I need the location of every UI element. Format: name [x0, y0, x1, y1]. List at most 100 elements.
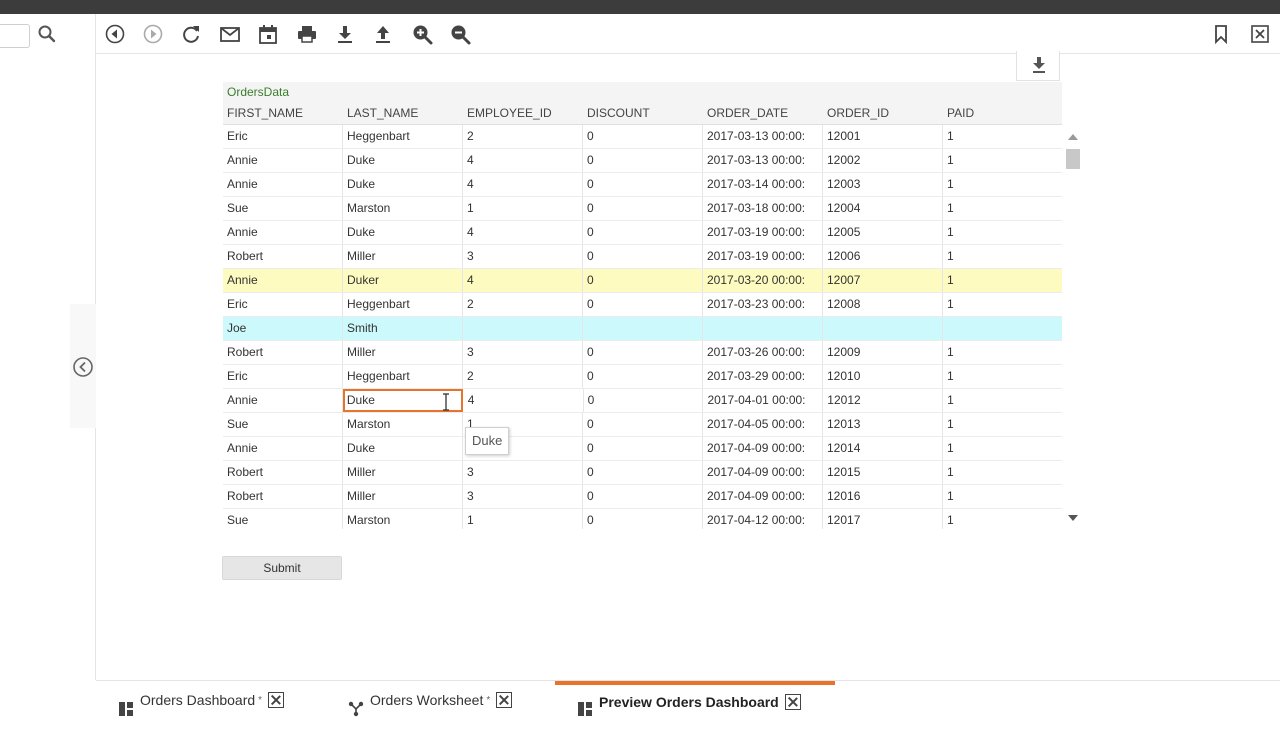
table-cell[interactable]: Annie: [223, 149, 343, 172]
table-cell[interactable]: Eric: [223, 125, 343, 148]
table-cell[interactable]: Duke: [343, 149, 463, 172]
table-cell[interactable]: 2017-03-29 00:00:: [703, 365, 823, 388]
column-header[interactable]: LAST_NAME: [343, 103, 463, 124]
table-cell[interactable]: 2017-03-19 00:00:: [703, 221, 823, 244]
table-cell[interactable]: 2: [463, 125, 583, 148]
table-cell[interactable]: Robert: [223, 341, 343, 364]
calendar-icon[interactable]: [257, 23, 279, 45]
table-cell[interactable]: Sue: [223, 413, 343, 436]
table-cell[interactable]: 1: [943, 485, 1062, 508]
table-cell[interactable]: [943, 317, 1062, 340]
table-cell[interactable]: Annie: [223, 173, 343, 196]
table-cell[interactable]: 1: [943, 389, 1062, 412]
table-cell[interactable]: 0: [583, 149, 703, 172]
table-cell[interactable]: 2017-04-05 00:00:: [703, 413, 823, 436]
table-cell[interactable]: 3: [463, 341, 583, 364]
table-cell[interactable]: 12001: [823, 125, 943, 148]
refresh-icon[interactable]: [180, 23, 202, 45]
table-cell[interactable]: [463, 317, 583, 340]
table-cell[interactable]: 2: [463, 365, 583, 388]
table-cell[interactable]: Duke: [343, 173, 463, 196]
table-cell[interactable]: Robert: [223, 485, 343, 508]
close-tab-icon[interactable]: [784, 694, 801, 711]
tab-orders-worksheet[interactable]: Orders Worksheet *: [348, 681, 513, 721]
table-cell[interactable]: 2017-03-13 00:00:: [703, 149, 823, 172]
table-row[interactable]: Joe Smith: [223, 317, 1062, 341]
table-cell[interactable]: 1: [463, 509, 583, 529]
table-cell[interactable]: 0: [584, 389, 704, 412]
table-cell[interactable]: 4: [463, 269, 583, 292]
table-cell[interactable]: Marston: [343, 509, 463, 529]
table-cell[interactable]: 0: [583, 341, 703, 364]
tab-orders-dashboard[interactable]: Orders Dashboard *: [118, 681, 285, 721]
table-cell[interactable]: 1: [943, 437, 1062, 460]
back-icon[interactable]: [104, 23, 126, 45]
column-header[interactable]: ORDER_ID: [823, 103, 943, 124]
table-row[interactable]: Robert Miller 3 0 2017-03-26 00:00: 12009 1: [223, 341, 1062, 365]
table-cell[interactable]: Eric: [223, 365, 343, 388]
table-cell[interactable]: 0: [583, 509, 703, 529]
table-cell[interactable]: Joe: [223, 317, 343, 340]
table-cell[interactable]: 3: [463, 245, 583, 268]
close-tab-icon[interactable]: [268, 692, 285, 709]
table-row[interactable]: Eric Heggenbart 2 0 2017-03-13 00:00: 12001 1: [223, 125, 1062, 149]
table-cell[interactable]: 1: [943, 413, 1062, 436]
table-cell[interactable]: 12003: [823, 173, 943, 196]
table-row[interactable]: Annie Duke 4 0 2017-03-14 00:00: 12003 1: [223, 173, 1062, 197]
table-cell[interactable]: 1: [943, 125, 1062, 148]
table-cell[interactable]: Heggenbart: [343, 125, 463, 148]
table-cell[interactable]: Annie: [223, 437, 343, 460]
table-cell[interactable]: [583, 317, 703, 340]
table-cell[interactable]: Miller: [343, 461, 463, 484]
column-header[interactable]: FIRST_NAME: [223, 103, 343, 124]
table-cell[interactable]: Duke: [343, 437, 463, 460]
table-cell[interactable]: 0: [583, 197, 703, 220]
table-cell[interactable]: Robert: [223, 461, 343, 484]
table-cell[interactable]: Smith: [343, 317, 463, 340]
close-tab-icon[interactable]: [496, 692, 513, 709]
table-cell[interactable]: 0: [583, 125, 703, 148]
table-row[interactable]: Annie Duker 4 0 2017-03-20 00:00: 12007 1: [223, 269, 1062, 293]
table-cell[interactable]: Eric: [223, 293, 343, 316]
table-cell[interactable]: 12015: [823, 461, 943, 484]
table-cell[interactable]: Annie: [223, 221, 343, 244]
table-cell[interactable]: 3: [463, 461, 583, 484]
table-cell[interactable]: 4: [463, 149, 583, 172]
table-cell[interactable]: 0: [583, 365, 703, 388]
table-cell[interactable]: 12009: [823, 341, 943, 364]
table-row[interactable]: Eric Heggenbart 2 0 2017-03-23 00:00: 12008 1: [223, 293, 1062, 317]
table-cell[interactable]: 12008: [823, 293, 943, 316]
table-row[interactable]: Annie Duke 4 0 2017-03-13 00:00: 12002 1: [223, 149, 1062, 173]
table-cell[interactable]: 2017-03-19 00:00:: [703, 245, 823, 268]
tab-preview-orders-dashboard[interactable]: Preview Orders Dashboard: [555, 681, 835, 721]
table-cell[interactable]: Annie: [223, 389, 343, 412]
scroll-down-arrow-icon[interactable]: [1068, 515, 1078, 521]
table-cell[interactable]: 0: [583, 293, 703, 316]
table-cell[interactable]: 1: [463, 197, 583, 220]
table-cell[interactable]: 2017-03-26 00:00:: [703, 341, 823, 364]
table-cell[interactable]: 2017-04-12 00:00:: [703, 509, 823, 529]
table-cell[interactable]: 1: [943, 197, 1062, 220]
forward-icon[interactable]: [142, 23, 164, 45]
table-cell[interactable]: 12004: [823, 197, 943, 220]
table-scrollbar[interactable]: [1064, 128, 1082, 528]
table-cell[interactable]: 1: [943, 461, 1062, 484]
table-row[interactable]: Annie Duke 4 0 2017-04-01 00:00: 12012 1: [223, 389, 1062, 413]
table-row[interactable]: Sue Marston 1 0 2017-04-12 00:00: 12017 1: [223, 509, 1062, 529]
close-icon[interactable]: [1249, 23, 1271, 45]
column-header[interactable]: PAID: [943, 103, 1062, 124]
column-header[interactable]: EMPLOYEE_ID: [463, 103, 583, 124]
email-icon[interactable]: [219, 23, 241, 45]
download-icon[interactable]: [334, 23, 356, 45]
table-row[interactable]: Sue Marston 1 0 2017-03-18 00:00: 12004 1: [223, 197, 1062, 221]
table-cell[interactable]: Heggenbart: [343, 365, 463, 388]
export-button[interactable]: [1016, 51, 1060, 81]
zoom-in-icon[interactable]: [411, 23, 433, 45]
table-cell[interactable]: 2017-04-09 00:00:: [703, 437, 823, 460]
table-cell[interactable]: Robert: [223, 245, 343, 268]
table-cell[interactable]: 0: [583, 413, 703, 436]
table-row[interactable]: Annie Duke 4 0 2017-03-19 00:00: 12005 1: [223, 221, 1062, 245]
collapse-panel-button[interactable]: [70, 304, 96, 428]
table-cell[interactable]: 1: [943, 221, 1062, 244]
table-cell[interactable]: Duker: [343, 269, 463, 292]
